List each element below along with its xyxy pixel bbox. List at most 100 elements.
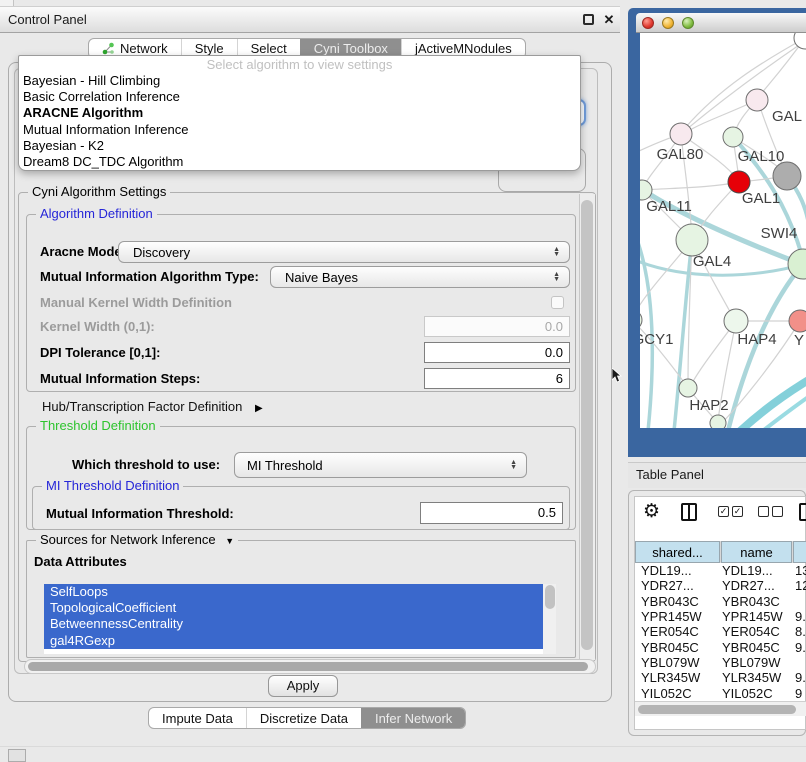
table-header-row: shared...name xyxy=(635,541,806,563)
algorithm-option-mutual-information-inference[interactable]: Mutual Information Inference xyxy=(23,122,580,138)
table-cell: 12 xyxy=(795,578,806,593)
algorithm-dropdown-popup: Select algorithm to view settings Bayesi… xyxy=(18,55,581,171)
attribute-item-gal4rgexp[interactable]: gal4RGexp xyxy=(44,633,543,649)
table-cell: YLR345W xyxy=(722,670,792,685)
zoom-traffic-light-icon[interactable] xyxy=(682,17,694,29)
table-cell: YBR043C xyxy=(722,594,792,609)
table-cell: 9 xyxy=(795,686,806,701)
node-label-gal10: GAL10 xyxy=(738,148,785,165)
manual-kernel-width-checkbox[interactable] xyxy=(551,296,564,309)
table-cell: 8. xyxy=(795,624,806,639)
node-label-hap2: HAP2 xyxy=(689,397,728,414)
algorithm-option-basic-correlation-inference[interactable]: Basic Correlation Inference xyxy=(23,89,580,105)
network-node-hap4[interactable] xyxy=(724,309,748,333)
hub-transcription-expander[interactable]: Hub/Transcription Factor Definition ▶ xyxy=(42,398,263,416)
resize-grip-icon[interactable] xyxy=(8,749,26,762)
bottom-tab-infer-network-label: Infer Network xyxy=(375,711,452,726)
deselect-all-columns-icon[interactable] xyxy=(758,506,769,517)
table-hscrollbar-thumb[interactable] xyxy=(638,705,796,714)
sources-title[interactable]: Sources for Network Inference ▼ xyxy=(36,532,238,548)
attribute-item-betweennesscentrality[interactable]: BetweennessCentrality xyxy=(44,616,543,632)
mouse-cursor-icon xyxy=(612,368,624,384)
network-node-gal10[interactable] xyxy=(723,127,743,147)
table-cell: 9. xyxy=(795,670,806,685)
close-traffic-light-icon[interactable] xyxy=(642,17,654,29)
table-row[interactable]: YDR27...YDR27...12 xyxy=(635,578,806,593)
network-node-y[interactable] xyxy=(789,310,806,332)
sources-title-text: Sources for Network Inference xyxy=(40,532,216,547)
settings-hscrollbar-thumb[interactable] xyxy=(28,662,588,671)
float-window-icon[interactable] xyxy=(583,14,594,25)
settings-scrollbar-thumb[interactable] xyxy=(581,200,593,650)
network-node-swi4[interactable] xyxy=(788,249,806,279)
network-node-hap2[interactable] xyxy=(679,379,697,397)
algorithm-option-dream8-dc-tdc-algorithm[interactable]: Dream8 DC_TDC Algorithm xyxy=(23,154,580,170)
network-node-gal[interactable] xyxy=(746,89,768,111)
table-cell: YDL19... xyxy=(641,563,719,578)
table-row[interactable]: YER054CYER054C8. xyxy=(635,624,806,639)
network-icon xyxy=(102,42,115,55)
apply-button[interactable]: Apply xyxy=(268,675,338,697)
table-panel-content: ⚙ ✓✓ shared...name YDL19...YDL19...13YDR2… xyxy=(634,496,806,730)
network-node-gcy1[interactable] xyxy=(640,310,642,330)
algorithm-dropdown-placeholder: Select algorithm to view settings xyxy=(19,56,580,73)
attribute-item-selfloops[interactable]: SelfLoops xyxy=(44,584,543,600)
algorithm-option-bayesian-k2[interactable]: Bayesian - K2 xyxy=(23,138,580,154)
table-row[interactable]: YBL079WYBL079W xyxy=(635,655,806,670)
bottom-tab-impute-data[interactable]: Impute Data xyxy=(149,708,246,728)
cyni-algorithm-settings-title: Cyni Algorithm Settings xyxy=(28,184,170,200)
select-all-columns-icon[interactable]: ✓ xyxy=(732,506,743,517)
pane-icon[interactable] xyxy=(799,503,806,521)
stepper-icon: ▲▼ xyxy=(510,460,517,470)
node-label-y: Y xyxy=(794,332,804,349)
table-row[interactable]: YIL052CYIL052C9 xyxy=(635,686,806,701)
table-cell: YDL19... xyxy=(722,563,792,578)
algorithm-definition-title: Algorithm Definition xyxy=(36,206,157,222)
table-cell: YBR045C xyxy=(641,640,719,655)
network-node-gal80[interactable] xyxy=(670,123,692,145)
network-view-canvas[interactable]: GALGAL80GAL10GAL1GAL11SWI4GAL4GCY1HAP4YH… xyxy=(640,33,806,428)
table-row[interactable]: YBR045CYBR045C9. xyxy=(635,640,806,655)
column-header-partial[interactable] xyxy=(793,541,806,563)
deselect-all-columns-icon[interactable] xyxy=(772,506,783,517)
table-cell: YER054C xyxy=(641,624,719,639)
attribute-item-topologicalcoefficient[interactable]: TopologicalCoefficient xyxy=(44,600,543,616)
minimize-traffic-light-icon[interactable] xyxy=(662,17,674,29)
mi-threshold-definition-title: MI Threshold Definition xyxy=(42,478,183,494)
network-node-gal4[interactable] xyxy=(676,224,708,256)
table-panel-title: Table Panel xyxy=(636,462,704,488)
table-row[interactable]: YLR345WYLR345W9. xyxy=(635,670,806,685)
select-all-columns-icon[interactable]: ✓ xyxy=(718,506,729,517)
network-node[interactable] xyxy=(710,415,726,428)
column-header-shared[interactable]: shared... xyxy=(635,541,720,563)
gear-icon[interactable]: ⚙ xyxy=(643,500,660,522)
mi-algorithm-type-combobox[interactable]: Naive Bayes ▲▼ xyxy=(270,266,570,288)
kernel-width-field[interactable]: 0.0 xyxy=(424,316,570,337)
tab-network-label: Network xyxy=(120,41,168,56)
which-threshold-combobox[interactable]: MI Threshold ▲▼ xyxy=(234,452,527,478)
column-header-name[interactable]: name xyxy=(721,541,792,563)
close-icon[interactable]: ✕ xyxy=(601,7,617,31)
threshold-definition-title: Threshold Definition xyxy=(36,418,160,434)
bottom-tab-infer-network[interactable]: Infer Network xyxy=(361,708,465,728)
algorithm-option-bayesian-hill-climbing[interactable]: Bayesian - Hill Climbing xyxy=(23,73,580,89)
manual-kernel-width-label: Manual Kernel Width Definition xyxy=(40,293,232,313)
hub-transcription-label: Hub/Transcription Factor Definition xyxy=(42,399,242,414)
mi-threshold-field[interactable]: 0.5 xyxy=(420,502,563,524)
node-label-hap4: HAP4 xyxy=(737,331,776,348)
aracne-mode-combobox[interactable]: Discovery ▲▼ xyxy=(118,241,570,263)
table-row[interactable]: YBR043CYBR043C xyxy=(635,594,806,609)
attributes-scrollbar-thumb[interactable] xyxy=(545,585,555,609)
table-row[interactable]: YDL19...YDL19...13 xyxy=(635,563,806,578)
tab-jactivemnodules-label: jActiveMNodules xyxy=(415,41,512,56)
algorithm-option-aracne-algorithm[interactable]: ARACNE Algorithm xyxy=(23,105,580,121)
mi-steps-field[interactable]: 6 xyxy=(424,368,570,389)
dpi-tolerance-field[interactable]: 0.0 xyxy=(424,342,570,363)
network-node[interactable] xyxy=(773,162,801,190)
split-pane-icon[interactable] xyxy=(681,503,697,521)
stepper-icon: ▲▼ xyxy=(553,272,560,282)
bottom-tab-discretize-data[interactable]: Discretize Data xyxy=(246,708,361,728)
table-cell: 9. xyxy=(795,640,806,655)
table-row[interactable]: YPR145WYPR145W9. xyxy=(635,609,806,624)
table-rows: YDL19...YDL19...13YDR27...YDR27...12YBR0… xyxy=(635,563,806,703)
